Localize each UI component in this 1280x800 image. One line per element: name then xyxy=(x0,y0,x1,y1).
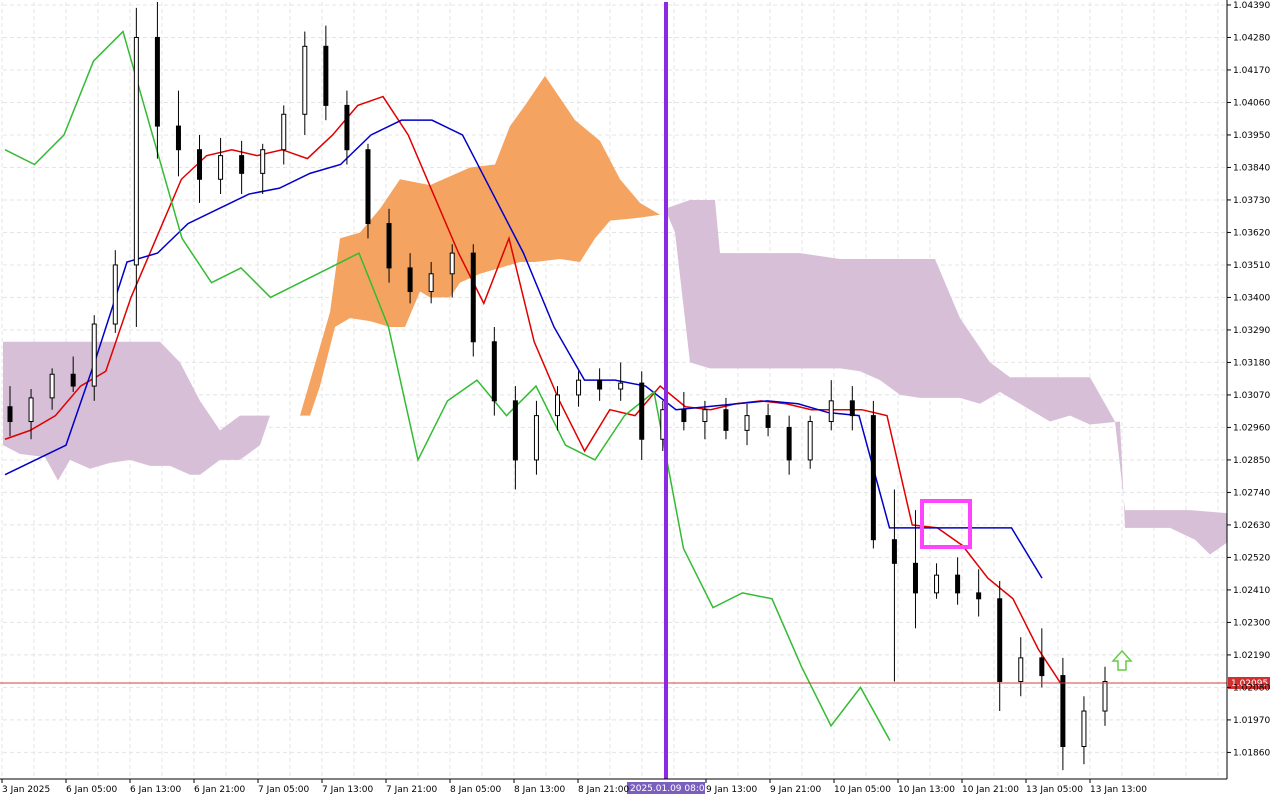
candle-bear xyxy=(470,252,476,343)
x-tick-label: 7 Jan 05:00 xyxy=(258,785,310,795)
candle-bear xyxy=(955,574,961,594)
x-tick-label: 10 Jan 21:00 xyxy=(962,785,1019,795)
x-tick-label: 3 Jan 2025 xyxy=(2,785,50,795)
candle-bull xyxy=(555,394,560,417)
candle-bear xyxy=(723,409,729,431)
y-tick-label: 1.03950 xyxy=(1233,131,1270,141)
candle-bear xyxy=(197,149,203,180)
y-tick-label: 1.04060 xyxy=(1233,98,1270,108)
candle-bull xyxy=(1081,710,1087,748)
candle-bear xyxy=(891,539,897,564)
candle-bear xyxy=(1039,657,1045,677)
candle-bear xyxy=(976,592,982,600)
candle-bear xyxy=(512,400,518,461)
x-tick-label: 13 Jan 13:00 xyxy=(1090,785,1147,795)
candle-bear xyxy=(175,125,181,151)
candle-bull xyxy=(260,149,266,174)
candle-bull xyxy=(302,45,308,115)
y-tick-label: 1.02520 xyxy=(1233,553,1270,563)
y-tick-label: 1.02410 xyxy=(1233,586,1270,596)
candle-bull xyxy=(49,373,55,399)
candle-bear xyxy=(344,104,350,151)
y-tick-label: 1.03730 xyxy=(1233,196,1270,206)
x-tick-label: 8 Jan 13:00 xyxy=(514,785,566,795)
candle-bear xyxy=(870,415,876,541)
up-arrow-icon xyxy=(1111,649,1133,671)
candle-bear xyxy=(912,562,918,594)
price-chart[interactable]: 1.020952025.01.09 08:00 1.043901.042801.… xyxy=(0,0,1280,800)
x-tick-label: 7 Jan 21:00 xyxy=(386,785,438,795)
y-tick-label: 1.02850 xyxy=(1233,456,1270,466)
candle-bear xyxy=(386,223,392,269)
candle-bear xyxy=(786,426,792,461)
candle-bull xyxy=(133,36,139,266)
x-tick-label: 6 Jan 13:00 xyxy=(130,785,182,795)
crosshair-time-label: 2025.01.09 08:00 xyxy=(630,784,711,794)
y-tick-label: 1.04170 xyxy=(1233,66,1270,76)
y-tick-label: 1.03290 xyxy=(1233,326,1270,336)
candle-bull xyxy=(934,574,940,594)
candle-bear xyxy=(639,382,645,440)
candle-bear xyxy=(1060,675,1066,748)
candle-bull xyxy=(218,155,224,180)
candle-bull xyxy=(618,382,624,390)
y-tick-label: 1.03400 xyxy=(1233,293,1270,303)
candle-bull xyxy=(91,323,97,387)
y-tick-label: 1.04390 xyxy=(1233,1,1270,11)
x-tick-label: 9 Jan 21:00 xyxy=(770,785,822,795)
ichimoku-cloud xyxy=(3,75,1227,555)
candle-bear xyxy=(365,149,371,225)
candle-bear xyxy=(239,155,245,174)
y-tick-label: 1.02080 xyxy=(1233,683,1270,693)
x-tick-label: 7 Jan 13:00 xyxy=(322,785,374,795)
candle-bear xyxy=(997,598,1003,683)
candle-bear xyxy=(154,36,160,127)
candle-bull xyxy=(112,264,118,325)
candle-bear xyxy=(407,267,413,293)
x-tick-label: 8 Jan 05:00 xyxy=(450,785,502,795)
y-tick-label: 1.03180 xyxy=(1233,358,1270,368)
candle-bear xyxy=(491,341,497,402)
candle-bull xyxy=(449,252,455,275)
y-tick-label: 1.03510 xyxy=(1233,261,1270,271)
highlight-box xyxy=(920,499,972,549)
y-tick-label: 1.04280 xyxy=(1233,33,1270,43)
kumo-bull-middle xyxy=(300,75,660,416)
candle-bear xyxy=(849,400,855,417)
candle-bull xyxy=(28,397,34,423)
candle-bull xyxy=(744,415,750,431)
candle-bull xyxy=(702,409,708,423)
candle-bull xyxy=(1018,657,1024,683)
y-tick-label: 1.02190 xyxy=(1233,651,1270,661)
x-tick-label: 6 Jan 05:00 xyxy=(66,785,118,795)
candle-bull xyxy=(576,379,582,396)
candle-bear xyxy=(70,373,76,387)
candle-bull xyxy=(533,415,539,461)
candle-bull xyxy=(807,421,813,461)
y-tick-label: 1.02740 xyxy=(1233,488,1270,498)
candle-bear xyxy=(765,415,771,428)
y-tick-label: 1.02960 xyxy=(1233,423,1270,433)
candle-bull xyxy=(828,400,834,423)
y-tick-label: 1.01970 xyxy=(1233,716,1270,726)
y-tick-label: 1.01860 xyxy=(1233,748,1270,758)
x-tick-label: 8 Jan 21:00 xyxy=(578,785,630,795)
y-tick-label: 1.03620 xyxy=(1233,228,1270,238)
candle-bull xyxy=(281,113,287,151)
candle-bear xyxy=(7,406,13,423)
x-tick-label: 9 Jan 13:00 xyxy=(706,785,758,795)
y-tick-label: 1.03070 xyxy=(1233,391,1270,401)
candle-bull xyxy=(428,273,434,293)
y-tick-label: 1.02300 xyxy=(1233,618,1270,628)
y-tick-label: 1.02630 xyxy=(1233,521,1270,531)
candle-bull xyxy=(1102,681,1108,712)
x-tick-label: 13 Jan 05:00 xyxy=(1026,785,1083,795)
x-tick-label: 10 Jan 05:00 xyxy=(834,785,891,795)
candle-bear xyxy=(597,379,603,390)
candle-bear xyxy=(323,45,329,106)
x-tick-label: 10 Jan 13:00 xyxy=(898,785,955,795)
x-tick-label: 6 Jan 21:00 xyxy=(194,785,246,795)
y-tick-label: 1.03840 xyxy=(1233,163,1270,173)
candle-bear xyxy=(681,409,687,423)
